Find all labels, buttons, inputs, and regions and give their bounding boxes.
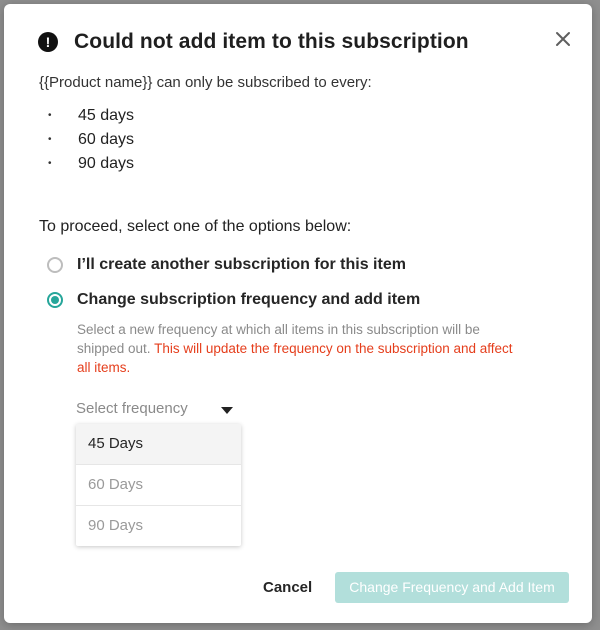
exclamation-circle-icon: !	[38, 32, 58, 52]
allowed-frequency-list: • 45 days • 60 days • 90 days	[48, 104, 134, 176]
select-placeholder: Select frequency	[76, 400, 188, 417]
list-item-label: 90 days	[78, 155, 135, 172]
dropdown-option-90-days[interactable]: 90 Days	[76, 506, 241, 546]
option-description: Select a new frequency at which all item…	[77, 320, 517, 377]
option-label: I’ll create another subscription for thi…	[77, 256, 406, 273]
cancel-button[interactable]: Cancel	[263, 579, 312, 596]
bullet-icon: •	[48, 110, 52, 121]
radio-unchecked[interactable]	[47, 257, 63, 273]
intro-text: {{Product name}} can only be subscribed …	[39, 74, 372, 91]
dialog-header: ! Could not add item to this subscriptio…	[38, 30, 469, 54]
caret-down-icon	[221, 407, 233, 414]
proceed-instruction: To proceed, select one of the options be…	[39, 218, 352, 235]
radio-checked[interactable]	[47, 292, 63, 308]
list-item-label: 45 days	[78, 107, 135, 124]
option-create-subscription[interactable]: I’ll create another subscription for thi…	[47, 256, 406, 274]
option-change-frequency[interactable]: Change subscription frequency and add it…	[47, 291, 420, 309]
frequency-select[interactable]: Select frequency	[76, 398, 241, 426]
dialog-title: Could not add item to this subscription	[74, 30, 469, 53]
dropdown-option-45-days[interactable]: 45 Days	[76, 424, 241, 465]
list-item: • 90 days	[48, 152, 134, 176]
bullet-icon: •	[48, 158, 52, 169]
list-item: • 45 days	[48, 104, 134, 128]
close-icon[interactable]	[552, 28, 574, 50]
dropdown-option-60-days[interactable]: 60 Days	[76, 465, 241, 506]
bullet-icon: •	[48, 134, 52, 145]
list-item: • 60 days	[48, 128, 134, 152]
change-frequency-button[interactable]: Change Frequency and Add Item	[335, 572, 569, 603]
option-label: Change subscription frequency and add it…	[77, 291, 421, 308]
frequency-dropdown-menu: 45 Days 60 Days 90 Days	[76, 424, 241, 546]
subscription-error-dialog: ! Could not add item to this subscriptio…	[4, 4, 592, 623]
list-item-label: 60 days	[78, 131, 135, 148]
